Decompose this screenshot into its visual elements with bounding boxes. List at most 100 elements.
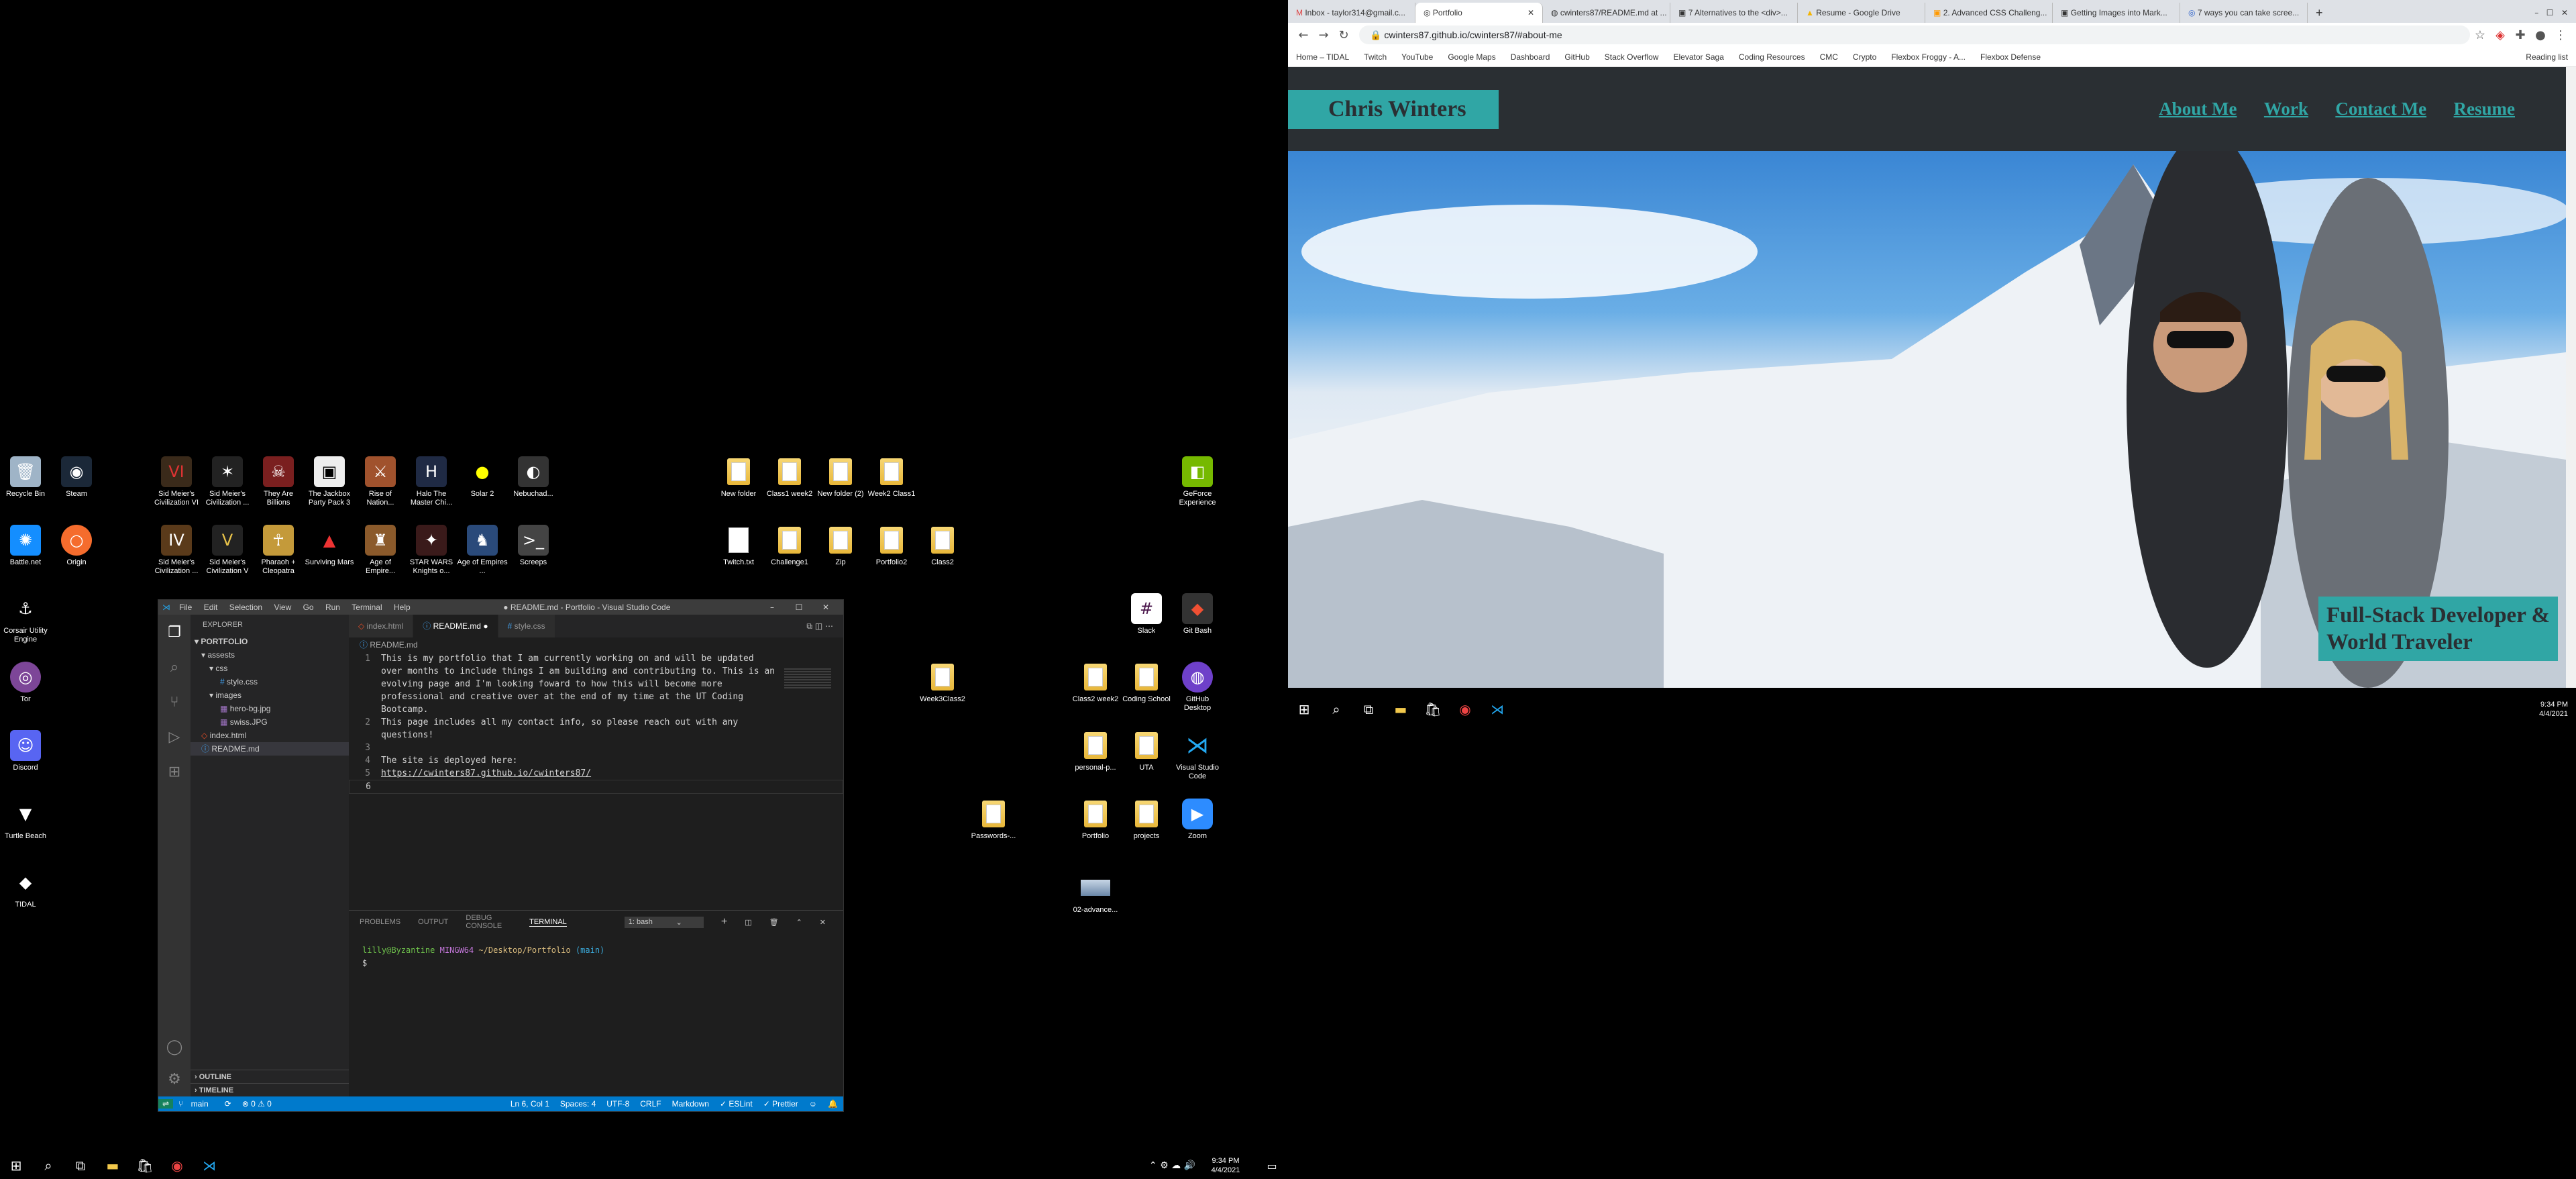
desktop-icon-jackbox[interactable]: ▣ The Jackbox Party Pack 3 bbox=[304, 456, 355, 507]
bookmark-github[interactable]: GitHub bbox=[1564, 52, 1589, 62]
desktop-icon-solar2[interactable]: ● Solar 2 bbox=[457, 456, 508, 499]
desktop-icon-they-are-billions[interactable]: ☠ They Are Billions bbox=[253, 456, 304, 507]
desktop-icon-challenge1[interactable]: Challenge1 bbox=[764, 525, 815, 567]
desktop-icon-class2-week2[interactable]: Class2 week2 bbox=[1070, 662, 1121, 704]
source-control-icon[interactable]: ⑂ bbox=[158, 684, 191, 719]
browser-tab-resume[interactable]: ▲ Resume - Google Drive bbox=[1798, 3, 1925, 23]
start-windows-icon[interactable]: ⊞ bbox=[1288, 696, 1320, 723]
nav-resume[interactable]: Resume bbox=[2454, 99, 2515, 119]
tab-index-html[interactable]: ◇ index.html bbox=[349, 615, 414, 637]
tab-style-css[interactable]: # style.css bbox=[498, 615, 555, 637]
store-icon[interactable]: 🛍 bbox=[129, 1152, 161, 1179]
status-branch[interactable]: ⑂ main bbox=[178, 1099, 214, 1109]
desktop-icon-projects[interactable]: projects bbox=[1121, 799, 1172, 841]
tree-file-readme[interactable]: ⓘ README.md bbox=[191, 742, 349, 756]
account-icon[interactable]: ◯ bbox=[158, 1029, 191, 1064]
tree-file-swiss[interactable]: ▦ swiss.JPG bbox=[191, 715, 349, 729]
desktop-icon-git-bash[interactable]: ◆ Git Bash bbox=[1172, 593, 1223, 635]
desktop-icon-portfolio2[interactable]: Portfolio2 bbox=[866, 525, 917, 567]
outline-section[interactable]: › OUTLINE bbox=[191, 1070, 349, 1083]
desktop-icon-new-folder[interactable]: New folder bbox=[713, 456, 764, 499]
panel-tab-output[interactable]: OUTPUT bbox=[418, 918, 448, 926]
desktop-icon-portfolio[interactable]: Portfolio bbox=[1070, 799, 1121, 841]
desktop-icon-battlenet[interactable]: ✺ Battle.net bbox=[0, 525, 51, 567]
more-actions-icon[interactable]: ⋯ bbox=[825, 621, 833, 631]
reload-icon[interactable]: ↻ bbox=[1334, 28, 1354, 42]
desktop-icon-kotor[interactable]: ✦ STAR WARS Knights o... bbox=[406, 525, 457, 576]
desktop-icon-new-folder-2[interactable]: New folder (2) bbox=[815, 456, 866, 499]
address-bar[interactable]: 🔒 cwinters87.github.io/cwinters87/#about… bbox=[1359, 25, 2470, 44]
desktop-icon-screeps[interactable]: >_ Screeps bbox=[508, 525, 559, 567]
search-icon[interactable]: ⌕ bbox=[32, 1152, 64, 1179]
tree-folder-images[interactable]: ▾ images bbox=[191, 688, 349, 702]
close-icon[interactable]: ✕ bbox=[812, 603, 839, 612]
nav-contact-me[interactable]: Contact Me bbox=[2335, 99, 2426, 119]
tree-file-index-html[interactable]: ◇ index.html bbox=[191, 729, 349, 742]
bookmark-cmc[interactable]: CMC bbox=[1820, 52, 1838, 62]
back-arrow-icon[interactable]: ← bbox=[1293, 28, 1313, 42]
status-encoding[interactable]: UTF-8 bbox=[606, 1099, 629, 1109]
desktop-icon-pharaoh[interactable]: ☥ Pharaoh + Cleopatra bbox=[253, 525, 304, 576]
remote-icon[interactable]: ⇌ bbox=[158, 1099, 174, 1109]
desktop-icon-slack[interactable]: # Slack bbox=[1121, 593, 1172, 635]
tree-file-hero-bg[interactable]: ▦ hero-bg.jpg bbox=[191, 702, 349, 715]
menu-help[interactable]: Help bbox=[394, 603, 411, 612]
status-prettier[interactable]: ✓ Prettier bbox=[763, 1099, 798, 1109]
browser-tab-screenshots[interactable]: ◎ 7 ways you can take scree... bbox=[2180, 3, 2308, 23]
desktop-icon-steam[interactable]: ◉ Steam bbox=[51, 456, 102, 499]
feedback-icon[interactable]: ☺ bbox=[809, 1099, 817, 1109]
profile-avatar-icon[interactable]: ● bbox=[2530, 28, 2551, 42]
file-explorer-icon[interactable]: ▬ bbox=[1385, 696, 1417, 723]
desktop-icon-rise-of-nations[interactable]: ⚔ Rise of Nation... bbox=[355, 456, 406, 507]
panel-tab-terminal[interactable]: TERMINAL bbox=[529, 918, 567, 927]
desktop-icon-uta[interactable]: UTA bbox=[1121, 730, 1172, 772]
bookmark-twitch[interactable]: Twitch bbox=[1364, 52, 1387, 62]
tab-close-icon[interactable]: ✕ bbox=[1527, 3, 1534, 23]
status-spaces[interactable]: Spaces: 4 bbox=[560, 1099, 596, 1109]
vscode-taskbar-icon[interactable]: ⋊ bbox=[1481, 696, 1513, 723]
desktop-icon-personal-p[interactable]: personal-p... bbox=[1070, 730, 1121, 772]
desktop-icon-halo[interactable]: H Halo The Master Chi... bbox=[406, 456, 457, 507]
new-terminal-icon[interactable]: + bbox=[721, 916, 727, 928]
desktop-icon-vscode[interactable]: ⋊ Visual Studio Code bbox=[1172, 730, 1223, 781]
desktop-icon-origin[interactable]: ○ Origin bbox=[51, 525, 102, 567]
status-problems[interactable]: ⊗ 0 ⚠ 0 bbox=[242, 1099, 272, 1109]
notification-icon[interactable]: ▭ bbox=[1256, 1152, 1288, 1179]
breadcrumb[interactable]: ⓘ README.md bbox=[349, 637, 843, 652]
desktop-icon-civ5[interactable]: V Sid Meier's Civilization V bbox=[202, 525, 253, 576]
menu-run[interactable]: Run bbox=[325, 603, 340, 612]
desktop-icon-twitch-txt[interactable]: Twitch.txt bbox=[713, 525, 764, 567]
tree-folder-portfolio[interactable]: ▾ PORTFOLIO bbox=[191, 635, 349, 648]
browser-tab-css-challenge[interactable]: ▣ 2. Advanced CSS Challeng... bbox=[1925, 3, 2053, 23]
browser-tab-portfolio[interactable]: ◎ Portfolio ✕ bbox=[1415, 3, 1543, 23]
desktop-icon-nebuchadnezzar[interactable]: ◐ Nebuchad... bbox=[508, 456, 559, 499]
desktop-icon-surviving-mars[interactable]: ▲ Surviving Mars bbox=[304, 525, 355, 567]
extension-icon[interactable]: ◈ bbox=[2490, 28, 2510, 42]
desktop-icon-zip[interactable]: Zip bbox=[815, 525, 866, 567]
bookmark-youtube[interactable]: YouTube bbox=[1401, 52, 1433, 62]
minimize-icon[interactable]: – bbox=[759, 603, 786, 612]
desktop-icon-discord[interactable]: ☺ Discord bbox=[0, 730, 51, 772]
task-view-icon[interactable]: ⧉ bbox=[64, 1152, 97, 1179]
page-scrollbar[interactable] bbox=[2566, 67, 2576, 688]
extensions-puzzle-icon[interactable]: ✚ bbox=[2510, 28, 2530, 42]
maximize-icon[interactable]: ☐ bbox=[2546, 8, 2554, 17]
bookmark-flexbox-defense[interactable]: Flexbox Defense bbox=[1980, 52, 2041, 62]
file-explorer-icon[interactable]: ▬ bbox=[97, 1152, 129, 1179]
tree-folder-css[interactable]: ▾ css bbox=[191, 662, 349, 675]
split-terminal-icon[interactable]: ◫ bbox=[745, 918, 751, 927]
open-preview-icon[interactable]: ⧉ bbox=[806, 621, 812, 631]
settings-gear-icon[interactable]: ⚙ bbox=[158, 1062, 191, 1096]
bookmark-tidal[interactable]: Home – TIDAL bbox=[1296, 52, 1349, 62]
desktop-icon-github-desktop[interactable]: ◍ GitHub Desktop bbox=[1172, 662, 1223, 713]
menu-terminal[interactable]: Terminal bbox=[352, 603, 382, 612]
desktop-icon-civ6[interactable]: VI Sid Meier's Civilization VI bbox=[151, 456, 202, 507]
bookmark-coding-resources[interactable]: Coding Resources bbox=[1739, 52, 1805, 62]
desktop-icon-week2-class1[interactable]: Week2 Class1 bbox=[866, 456, 917, 499]
code-editor[interactable]: 1 This is my portfolio that I am currentl… bbox=[349, 652, 843, 794]
bookmark-crypto[interactable]: Crypto bbox=[1853, 52, 1876, 62]
desktop-icon-civ-beyond[interactable]: ✶ Sid Meier's Civilization ... bbox=[202, 456, 253, 507]
vscode-taskbar-icon[interactable]: ⋊ bbox=[193, 1152, 225, 1179]
nav-about-me[interactable]: About Me bbox=[2159, 99, 2237, 119]
browser-tab-gmail[interactable]: M Inbox - taylor314@gmail.c... bbox=[1288, 3, 1415, 23]
